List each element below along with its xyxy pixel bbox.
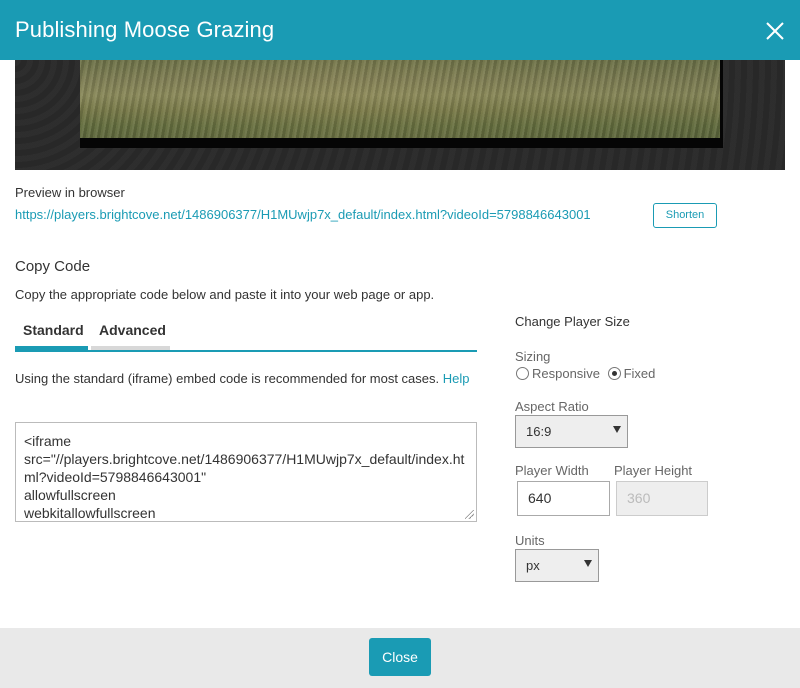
sizing-responsive-label: Responsive — [532, 366, 600, 381]
player-size-title: Change Player Size — [515, 314, 630, 329]
close-icon-graphic — [766, 22, 784, 40]
embed-code-text: <iframe src="//players.brightcove.net/14… — [24, 433, 465, 521]
player-width-input[interactable]: 640 — [517, 481, 610, 516]
player-width-label: Player Width — [515, 463, 589, 478]
close-icon[interactable] — [765, 21, 785, 41]
video-thumbnail[interactable] — [80, 60, 720, 138]
tabs-underline — [15, 350, 477, 352]
sizing-fixed-option[interactable]: Fixed — [607, 366, 656, 381]
video-thumbnail-grass — [80, 60, 720, 138]
copy-code-title: Copy Code — [15, 258, 91, 275]
aspect-ratio-select[interactable]: 16:9 — [515, 415, 628, 448]
radio-fixed[interactable] — [607, 367, 621, 380]
preview-label: Preview in browser — [15, 185, 125, 200]
resize-handle[interactable] — [465, 510, 474, 519]
units-value: px — [526, 558, 540, 573]
embed-description-text: Using the standard (iframe) embed code i… — [15, 371, 440, 386]
chevron-down-icon — [613, 426, 621, 433]
sizing-options: Responsive Fixed — [516, 366, 659, 381]
chevron-down-icon — [584, 560, 592, 567]
shorten-button[interactable]: Shorten — [653, 203, 717, 228]
sizing-fixed-label: Fixed — [623, 366, 656, 381]
embed-description: Using the standard (iframe) embed code i… — [15, 370, 477, 387]
aspect-ratio-label: Aspect Ratio — [515, 399, 589, 414]
close-button[interactable]: Close — [369, 638, 431, 676]
video-preview-area — [15, 60, 785, 170]
tab-standard[interactable]: Standard — [15, 314, 88, 350]
radio-responsive[interactable] — [516, 367, 529, 380]
help-link[interactable]: Help — [443, 371, 470, 386]
publish-dialog: Publishing Moose Grazing Preview in brow… — [0, 0, 800, 688]
player-height-label: Player Height — [614, 463, 693, 478]
player-height-input: 360 — [616, 481, 708, 516]
embed-code-textarea[interactable]: <iframe src="//players.brightcove.net/14… — [15, 422, 477, 522]
sizing-responsive-option[interactable]: Responsive — [516, 366, 600, 381]
copy-code-description: Copy the appropriate code below and past… — [15, 287, 435, 302]
dialog-title: Publishing Moose Grazing — [15, 17, 275, 42]
aspect-ratio-value: 16:9 — [526, 424, 552, 439]
sizing-label: Sizing — [515, 349, 551, 364]
preview-url-link[interactable]: https://players.brightcove.net/148690637… — [15, 207, 591, 222]
embed-tabs: Standard Advanced — [15, 314, 477, 352]
tab-advanced[interactable]: Advanced — [91, 314, 170, 350]
dialog-header: Publishing Moose Grazing — [0, 0, 800, 60]
units-select[interactable]: px — [515, 549, 599, 582]
units-label: Units — [515, 533, 545, 548]
